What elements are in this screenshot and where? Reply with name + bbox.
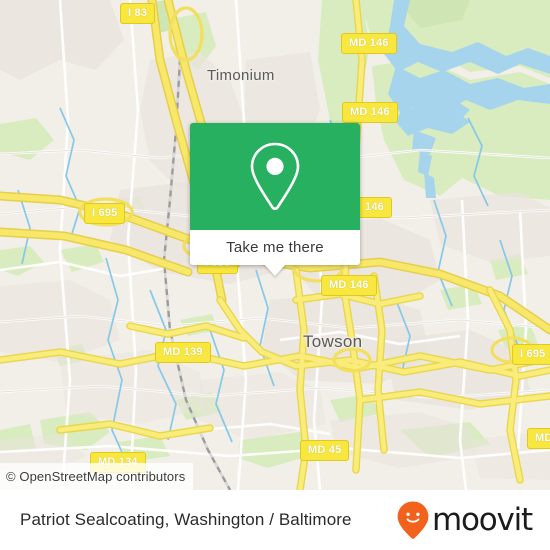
highway-shield-md146-n[interactable]: MD 146	[341, 33, 397, 54]
moovit-place-card-screen: Timonium Towson I 83 MD 146 MD 146 I 695…	[0, 0, 550, 550]
attribution-text: © OpenStreetMap contributors	[6, 469, 186, 484]
place-card[interactable]: Take me there	[190, 123, 360, 276]
highway-shield-md146-n2[interactable]: MD 146	[342, 102, 398, 123]
place-card-pointer	[264, 264, 286, 276]
highway-shield-i695-e[interactable]: I 695	[512, 344, 550, 365]
highway-shield-md1[interactable]: MD 1	[527, 428, 550, 449]
map-label-timonium: Timonium	[207, 67, 275, 84]
highway-shield-146[interactable]: 146	[357, 197, 392, 218]
highway-shield-md139[interactable]: MD 139	[155, 342, 211, 363]
map-label-towson: Towson	[303, 332, 363, 351]
highway-shield-i83[interactable]: I 83	[120, 3, 156, 24]
moovit-wordmark: moovit	[431, 501, 533, 538]
place-card-banner	[190, 123, 360, 230]
map-pin-icon	[250, 142, 300, 210]
moovit-logo[interactable]: moovit	[396, 500, 533, 540]
footer-bar: Patriot Sealcoating, Washington / Baltim…	[0, 490, 550, 550]
take-me-there-label: Take me there	[226, 239, 324, 256]
highway-shield-i695-w[interactable]: I 695	[84, 203, 126, 224]
highway-shield-md45[interactable]: MD 45	[300, 440, 350, 461]
map-attribution[interactable]: © OpenStreetMap contributors	[0, 463, 194, 490]
place-title: Patriot Sealcoating, Washington / Baltim…	[20, 510, 352, 529]
highway-shield-md146-s[interactable]: MD 146	[321, 275, 377, 296]
take-me-there-button[interactable]: Take me there	[190, 230, 360, 276]
moovit-pin-smiley-icon	[397, 501, 429, 539]
